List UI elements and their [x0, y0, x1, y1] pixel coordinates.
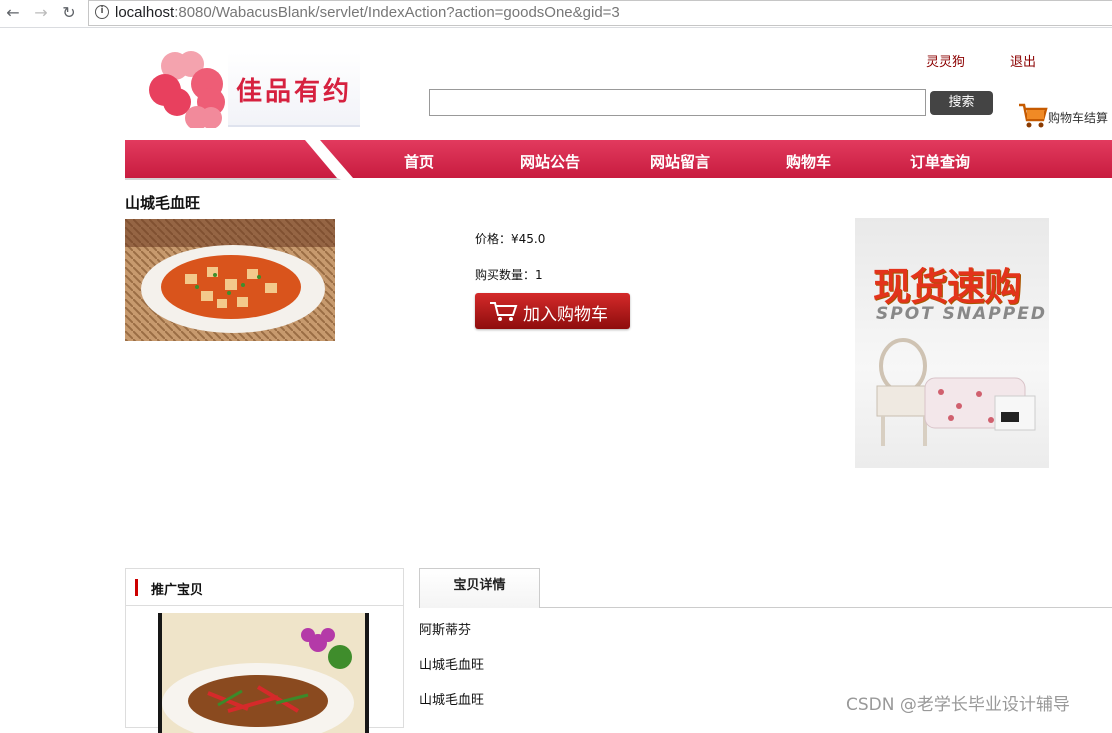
- add-to-cart-button[interactable]: 加入购物车: [475, 293, 630, 329]
- detail-line: 阿斯蒂芬: [419, 623, 472, 638]
- nav-order-query[interactable]: 订单查询: [910, 151, 970, 172]
- detail-line: 山城毛血旺: [419, 693, 485, 708]
- tab-product-details[interactable]: 宝贝详情: [419, 568, 540, 608]
- promo-banner[interactable]: 现货速购 SPOT SNAPPED: [855, 218, 1049, 468]
- watermark: CSDN @老学长毕业设计辅导: [846, 695, 1070, 715]
- browser-toolbar: ← → ↻ i localhost:8080/WabacusBlank/serv…: [0, 0, 1112, 28]
- add-to-cart-label: 加入购物车: [523, 305, 608, 325]
- reload-icon[interactable]: ↻: [58, 2, 80, 24]
- search-button[interactable]: 搜索: [930, 91, 993, 115]
- detail-line: 山城毛血旺: [419, 658, 485, 673]
- shopping-cart-icon: [1019, 103, 1048, 128]
- logo-title: 佳品有约: [228, 53, 360, 127]
- user-name-link[interactable]: 灵灵狗: [926, 51, 965, 70]
- cart-checkout-link[interactable]: 购物车结算: [1018, 102, 1112, 132]
- nav-messages[interactable]: 网站留言: [650, 151, 710, 172]
- product-quantity: 购买数量：1: [475, 268, 543, 282]
- nav-cart[interactable]: 购物车: [786, 151, 831, 172]
- logout-link[interactable]: 退出: [1010, 51, 1036, 70]
- back-arrow-icon[interactable]: ←: [2, 2, 24, 24]
- search-input[interactable]: [429, 89, 926, 116]
- product-price: 价格：¥45.0: [475, 232, 546, 246]
- promo-product-image[interactable]: [158, 613, 369, 733]
- banner-headline: 现货速购: [873, 265, 1022, 309]
- nav-home[interactable]: 首页: [404, 151, 434, 172]
- product-image: [125, 219, 335, 341]
- promo-header: 推广宝贝: [126, 569, 403, 606]
- promo-title: 推广宝贝: [151, 583, 204, 598]
- info-icon[interactable]: i: [95, 5, 109, 19]
- furniture-image: [876, 338, 1036, 446]
- product-title: 山城毛血旺: [125, 194, 201, 212]
- address-bar[interactable]: i localhost:8080/WabacusBlank/servlet/In…: [88, 0, 1112, 26]
- nav-announcements[interactable]: 网站公告: [520, 151, 580, 172]
- banner-subline: SPOT SNAPPED: [876, 304, 1047, 324]
- promo-accent-bar: [135, 579, 138, 596]
- shopping-cart-icon: [490, 302, 518, 321]
- promo-panel: 推广宝贝: [125, 568, 404, 733]
- forward-arrow-icon[interactable]: →: [30, 2, 52, 24]
- url-text: localhost:8080/WabacusBlank/servlet/Inde…: [115, 4, 620, 21]
- cart-checkout-label: 购物车结算: [1048, 111, 1109, 125]
